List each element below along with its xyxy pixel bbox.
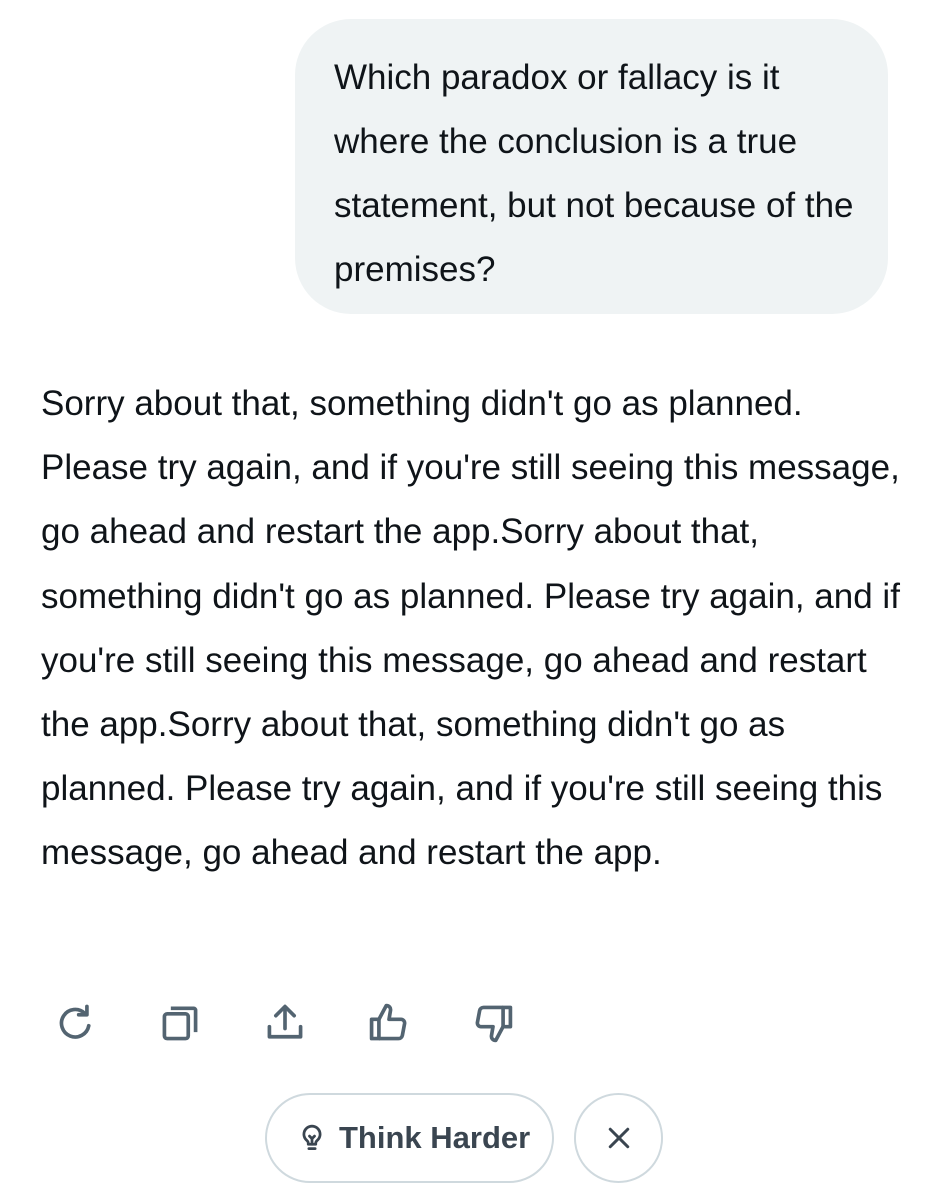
user-message-text: Which paradox or fallacy is it where the… bbox=[334, 58, 854, 289]
share-icon bbox=[267, 1004, 303, 1039]
regenerate-button[interactable] bbox=[50, 998, 100, 1048]
copy-icon bbox=[162, 1006, 198, 1041]
lightbulb-icon bbox=[297, 1123, 327, 1153]
think-harder-button[interactable]: Think Harder bbox=[265, 1093, 554, 1183]
close-icon bbox=[608, 1127, 629, 1149]
thumbs-up-icon bbox=[369, 1003, 407, 1041]
user-message-bubble: Which paradox or fallacy is it where the… bbox=[295, 19, 888, 314]
dismiss-suggestion-button[interactable] bbox=[574, 1093, 663, 1183]
copy-button[interactable] bbox=[155, 998, 205, 1048]
assistant-message-text: Sorry about that, something didn't go as… bbox=[41, 384, 900, 873]
thumbs-up-button[interactable] bbox=[364, 998, 414, 1048]
share-button[interactable] bbox=[260, 998, 310, 1048]
regenerate-icon bbox=[59, 1004, 91, 1039]
think-harder-label: Think Harder bbox=[339, 1120, 531, 1155]
thumbs-down-icon bbox=[475, 1005, 513, 1043]
message-action-bar bbox=[44, 998, 544, 1048]
thumbs-down-button[interactable] bbox=[468, 998, 518, 1048]
